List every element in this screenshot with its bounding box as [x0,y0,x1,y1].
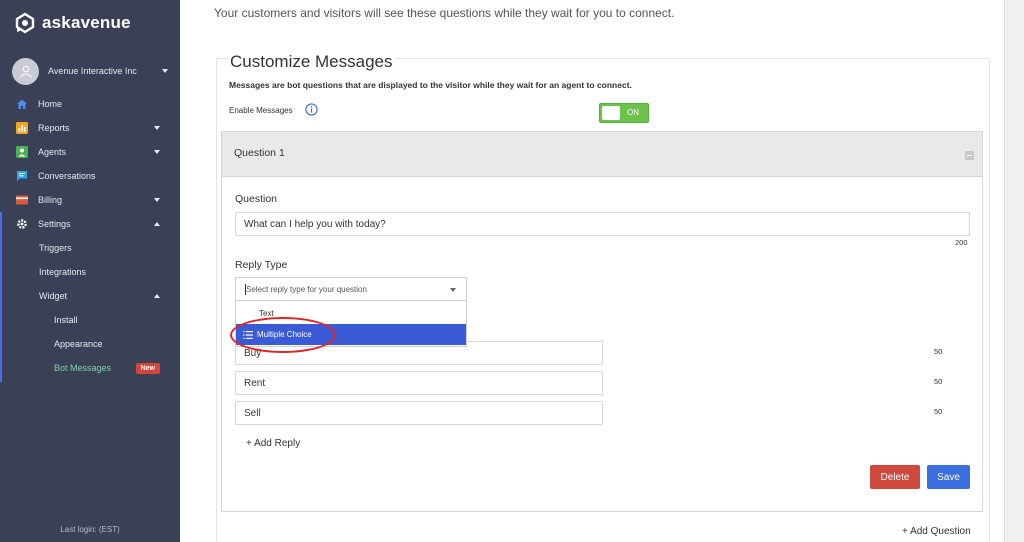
reply-type-dropdown: Text Multiple Choice [235,301,467,347]
sidebar-item-appearance[interactable]: Appearance [0,332,180,356]
brand-name: askavenue [42,13,131,32]
sidebar-item-triggers[interactable]: Triggers [0,236,180,260]
sidebar-item-home[interactable]: Home [0,92,180,116]
option-label: Text [259,309,274,318]
toggle-state-label: ON [627,108,639,117]
reply-type-select[interactable]: Select reply type for your question [235,277,467,301]
askavenue-logo-icon [15,12,35,34]
sidebar-item-label: Bot Messages [54,363,112,373]
question-input[interactable]: What can I help you with today? [235,212,970,236]
sidebar-item-label: Install [54,315,78,325]
sidebar-item-label: Integrations [39,267,87,277]
sidebar-item-install[interactable]: Install [0,308,180,332]
agent-icon [16,146,28,158]
section-title: Customize Messages [228,52,395,72]
sidebar-nav: Home Reports Agents Conversations Billin… [0,92,180,380]
sidebar-item-label: Billing [38,195,63,205]
collapse-icon[interactable] [965,151,974,160]
enable-messages-toggle[interactable]: ON [599,103,649,123]
chevron-up-icon [154,222,160,226]
sidebar-item-integrations[interactable]: Integrations [0,260,180,284]
reply-char-counter: 50 [934,347,943,356]
sidebar-item-label: Conversations [38,171,96,181]
chevron-up-icon [154,294,160,298]
sidebar-item-label: Widget [39,291,68,301]
page-gutter [1006,0,1024,542]
brand[interactable]: askavenue [14,12,131,34]
save-button[interactable]: Save [927,465,970,489]
enable-messages-label: Enable Messages [229,106,293,115]
reply-char-counter: 50 [934,377,943,386]
home-icon [17,99,27,109]
question-panel-header[interactable]: Question 1 [222,132,982,177]
info-icon[interactable] [305,103,318,116]
last-login: Last login: (EST) [60,525,120,534]
bar-chart-icon [16,122,28,134]
section-description: Messages are bot questions that are disp… [229,80,632,90]
list-icon [243,330,253,339]
sidebar: askavenue Avenue Interactive Inc Home Re… [0,0,180,542]
sidebar-item-settings[interactable]: Settings [0,212,180,236]
sidebar-item-label: Agents [38,147,67,157]
chevron-down-icon [450,288,456,292]
add-question-button[interactable]: + Add Question [902,526,971,537]
chevron-down-icon [154,150,160,154]
sidebar-item-agents[interactable]: Agents [0,140,180,164]
new-badge: New [135,362,160,374]
sidebar-item-bot-messages[interactable]: Bot Messages New [0,356,180,380]
settings-active-indicator [0,212,2,382]
option-multiple-choice[interactable]: Multiple Choice [236,324,466,345]
question-panel: Question 1 Question What can I help you … [221,131,983,512]
option-label: Multiple Choice [257,330,312,339]
account-switcher[interactable]: Avenue Interactive Inc [12,57,168,85]
question-panel-title: Question 1 [234,147,285,159]
reply-char-counter: 50 [934,407,943,416]
sidebar-item-label: Home [38,99,63,109]
reply-type-label: Reply Type [235,259,288,271]
reply-input-sell[interactable]: Sell [235,401,603,425]
intro-text: Your customers and visitors will see the… [214,6,675,20]
content-card: Your customers and visitors will see the… [180,0,1005,542]
sidebar-item-billing[interactable]: Billing [0,188,180,212]
add-reply-button[interactable]: + Add Reply [246,438,300,449]
reply-input-rent[interactable]: Rent [235,371,603,395]
credit-card-icon [16,195,28,205]
chevron-down-icon [154,198,160,202]
reply-type-placeholder: Select reply type for your question [246,285,367,294]
sidebar-item-label: Reports [38,123,70,133]
delete-button[interactable]: Delete [870,465,920,489]
sidebar-item-label: Triggers [39,243,72,253]
sidebar-item-reports[interactable]: Reports [0,116,180,140]
sidebar-item-label: Appearance [54,339,103,349]
sidebar-item-conversations[interactable]: Conversations [0,164,180,188]
user-icon [19,65,32,78]
question-label: Question [235,193,278,205]
chevron-down-icon [162,69,168,73]
toggle-knob [602,106,620,120]
main-content: Your customers and visitors will see the… [180,0,1024,542]
sidebar-item-widget[interactable]: Widget [0,284,180,308]
avatar [12,57,39,85]
question-char-counter: 200 [955,238,968,247]
sidebar-item-label: Settings [38,219,71,229]
chevron-down-icon [154,126,160,130]
account-name: Avenue Interactive Inc [48,66,137,76]
chat-icon [17,171,27,181]
option-text[interactable]: Text [236,303,466,324]
gear-icon [17,219,27,229]
